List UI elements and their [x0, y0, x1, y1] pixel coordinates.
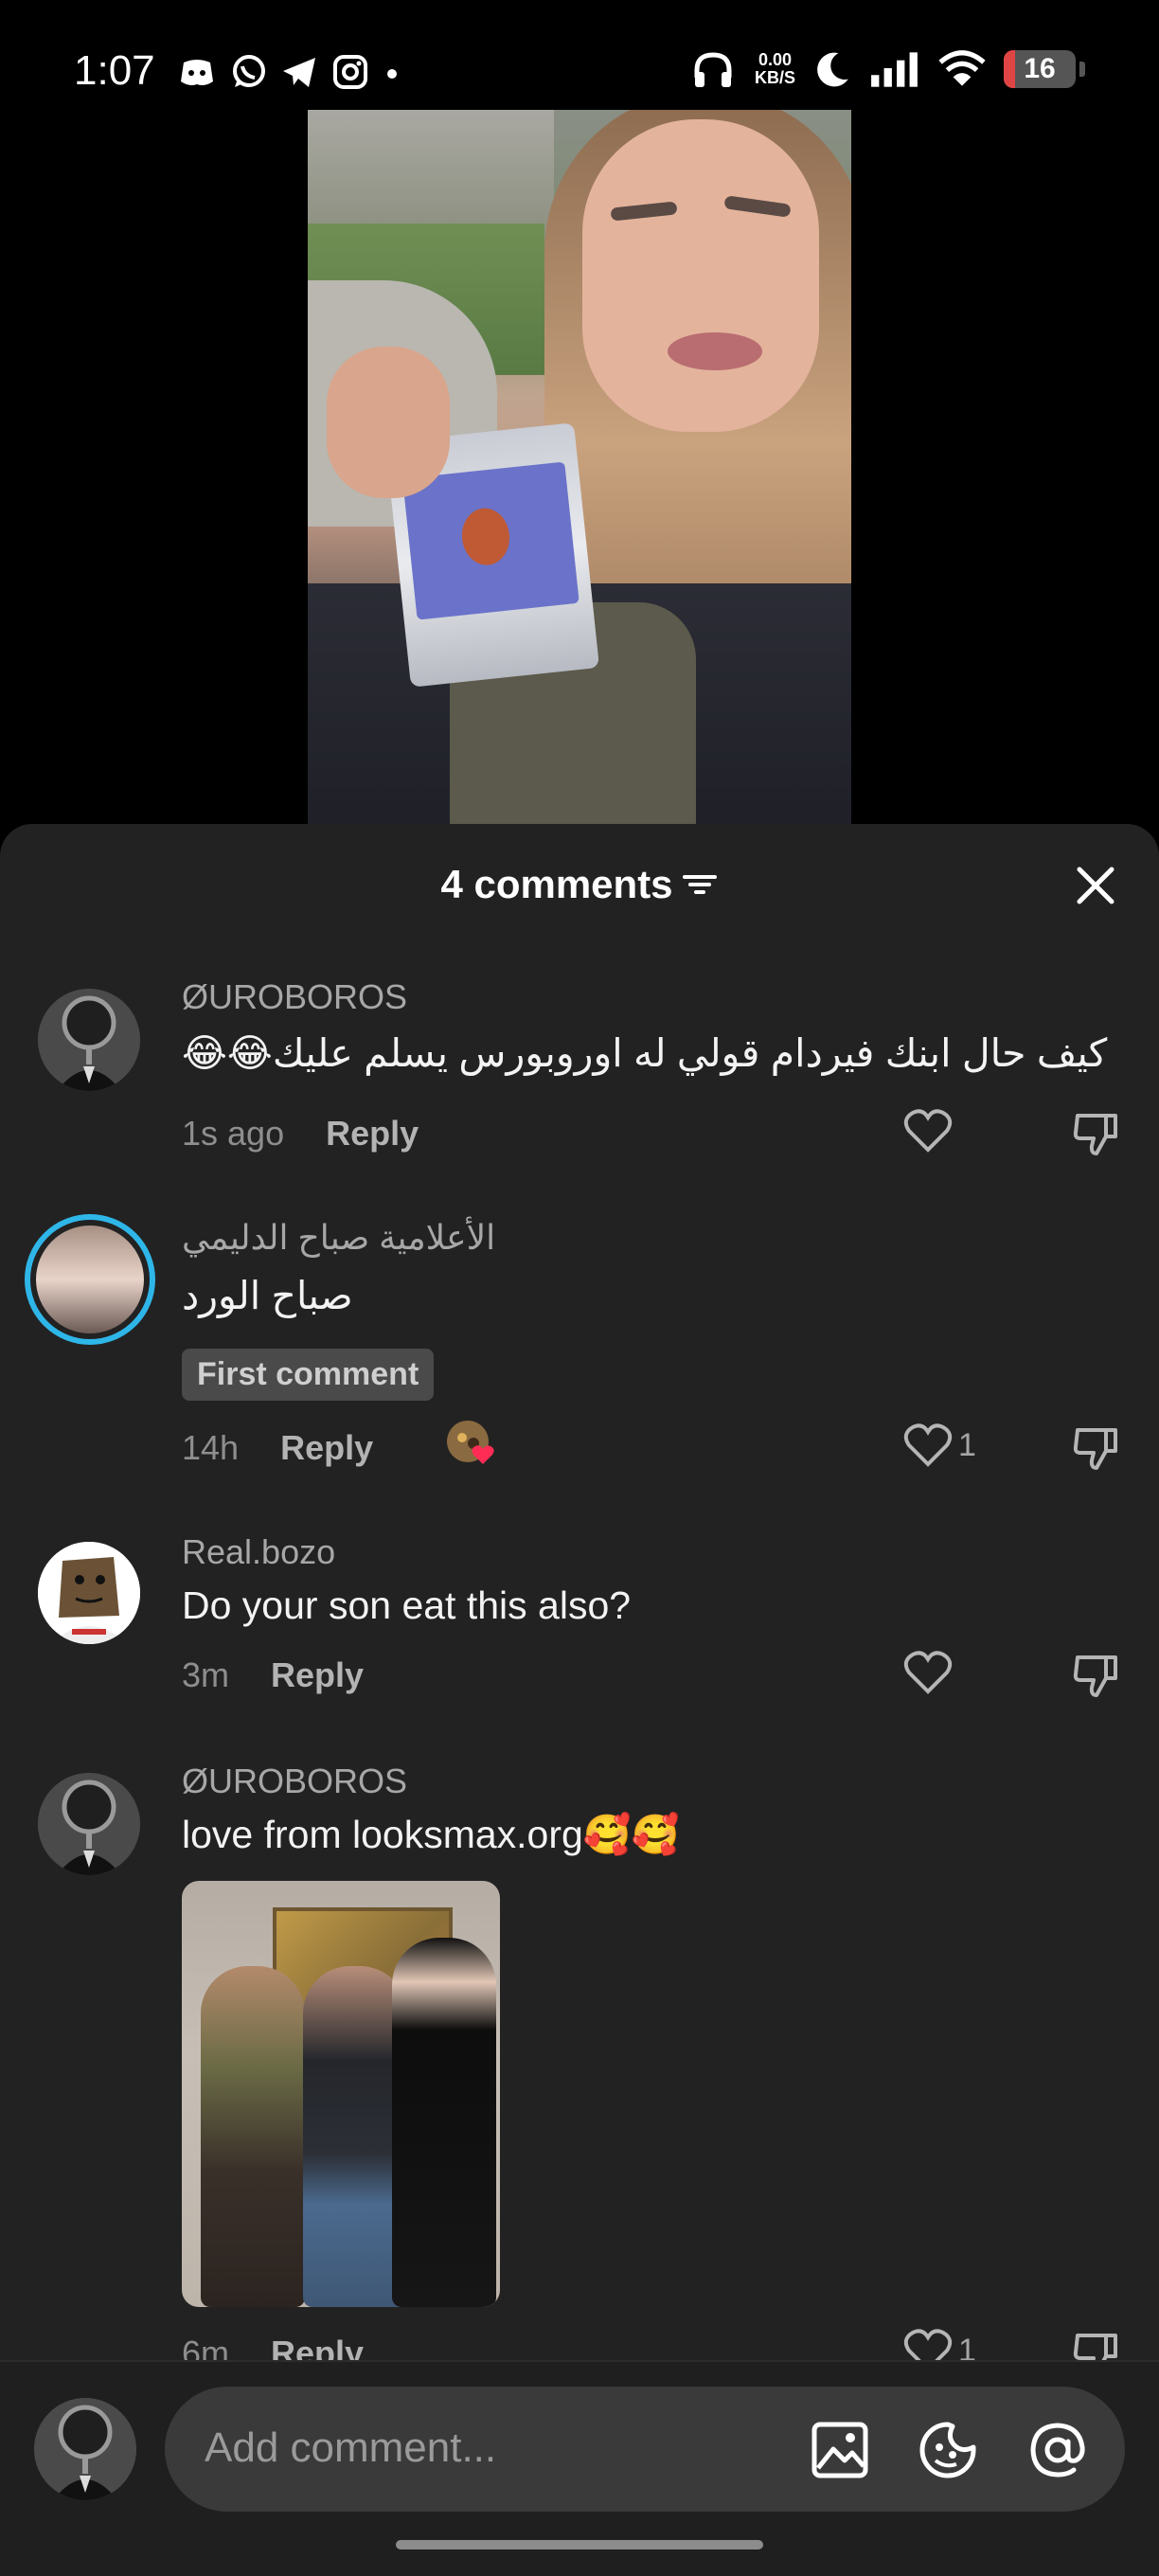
first-comment-badge: First comment	[182, 1349, 435, 1401]
heart-icon	[903, 1651, 953, 1694]
reply-button[interactable]: Reply	[326, 1114, 419, 1154]
creator-liked-icon	[447, 1421, 494, 1464]
comments-header[interactable]: 4 comments	[0, 862, 1159, 907]
heart-icon	[903, 1109, 953, 1153]
battery-indicator: 16	[1004, 50, 1076, 88]
wifi-icon	[938, 50, 986, 86]
network-speed: 0.00 KB/S	[754, 50, 795, 87]
comment-text: كيف حال ابنك فيردام قولي له اوروبورس يسل…	[182, 1031, 1108, 1075]
dislike-button[interactable]	[1072, 1422, 1121, 1476]
comments-count: 4 comments	[440, 862, 673, 906]
image-icon[interactable]	[811, 2421, 869, 2479]
comment-username[interactable]: Real.bozo	[182, 1532, 335, 1572]
telegram-icon	[283, 58, 315, 87]
discord-icon	[181, 60, 213, 85]
comment-username[interactable]: ØUROBOROS	[182, 977, 407, 1017]
mention-icon[interactable]	[1028, 2421, 1087, 2479]
comment-photo[interactable]	[182, 1881, 500, 2307]
close-icon[interactable]	[1074, 864, 1117, 907]
dislike-button[interactable]	[1072, 1650, 1121, 1704]
avatar[interactable]	[38, 989, 140, 1091]
comment-username[interactable]: ØUROBOROS	[182, 1762, 407, 1801]
avatar[interactable]	[38, 1773, 140, 1875]
status-bar: 1:07 0.00 KB/S 16	[0, 0, 1159, 109]
like-button[interactable]: 1	[903, 1422, 976, 1468]
heart-icon	[903, 1423, 953, 1467]
like-button[interactable]	[903, 1650, 958, 1695]
mirror-avatar-image	[38, 1773, 140, 1875]
avatar-image	[36, 1225, 144, 1333]
headphones-icon	[694, 52, 732, 87]
comment-username[interactable]: الأعلامية صباح الدليمي	[182, 1218, 495, 1258]
thumbs-down-icon	[1073, 1428, 1117, 1470]
like-count: 1	[958, 1426, 976, 1463]
home-indicator[interactable]	[396, 2540, 763, 2549]
comment-time: 3m	[182, 1655, 230, 1694]
own-avatar[interactable]	[34, 2398, 136, 2500]
comment-input[interactable]: Add comment...	[165, 2387, 1125, 2512]
video-player[interactable]	[308, 110, 851, 824]
more-notifications-icon	[387, 69, 397, 79]
status-right: 0.00 KB/S 16	[688, 49, 1085, 89]
mirror-avatar-image	[34, 2398, 136, 2500]
avatar[interactable]	[38, 1542, 140, 1644]
comment-text: Do your son eat this also?	[182, 1583, 632, 1627]
comment-text: love from looksmax.org🥰🥰	[182, 1813, 680, 1856]
thumbs-down-icon	[1073, 1655, 1117, 1697]
reply-button[interactable]: Reply	[271, 1655, 364, 1695]
comment-composer: Add comment...	[0, 2360, 1159, 2576]
moon-icon	[817, 52, 848, 87]
instagram-icon	[333, 55, 367, 89]
mirror-avatar-image	[38, 989, 140, 1091]
dislike-button[interactable]	[1072, 1108, 1121, 1162]
reply-button[interactable]: Reply	[280, 1428, 373, 1468]
comment-meta: 14h Reply	[182, 1428, 373, 1468]
like-button[interactable]	[903, 1108, 958, 1154]
comment-meta: 1s ago Reply	[182, 1114, 419, 1154]
signal-icon	[871, 52, 918, 87]
comments-sheet: 4 comments ØUROBOROS كيف حال ابنك فيردام…	[0, 824, 1159, 2576]
comment-input-placeholder: Add comment...	[205, 2424, 497, 2471]
whatsapp-icon	[233, 55, 265, 87]
comment-time: 14h	[182, 1428, 240, 1467]
status-time: 1:07	[74, 47, 155, 94]
sort-icon[interactable]	[681, 869, 719, 900]
battery-tip	[1079, 62, 1085, 77]
story-ring-avatar[interactable]	[25, 1214, 155, 1345]
thumbs-down-icon	[1073, 1114, 1117, 1155]
notification-icons	[178, 53, 401, 91]
sticker-icon[interactable]	[918, 2421, 977, 2479]
comment-text: صباح الورد	[182, 1274, 353, 1317]
battery-percent: 16	[1024, 53, 1056, 84]
bag-head-avatar-image	[38, 1542, 140, 1644]
comment-time: 1s ago	[182, 1114, 285, 1153]
comment-meta: 3m Reply	[182, 1655, 364, 1695]
